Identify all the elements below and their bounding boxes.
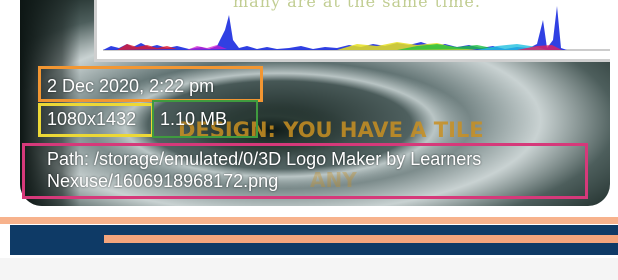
orange-accent-line — [104, 235, 618, 243]
file-size: 1.10 MB — [160, 109, 228, 129]
spectrum-graph — [103, 6, 610, 51]
file-resolution: 1080x1432 — [47, 109, 137, 129]
file-path: Path: /storage/emulated/0/3D Logo Maker … — [47, 149, 482, 191]
embedded-chart-thumbnail: many are at the same time. — [94, 0, 610, 62]
bottom-divider — [0, 258, 618, 280]
file-date: 2 Dec 2020, 2:22 pm — [47, 76, 215, 96]
accent-stripe — [0, 217, 618, 224]
